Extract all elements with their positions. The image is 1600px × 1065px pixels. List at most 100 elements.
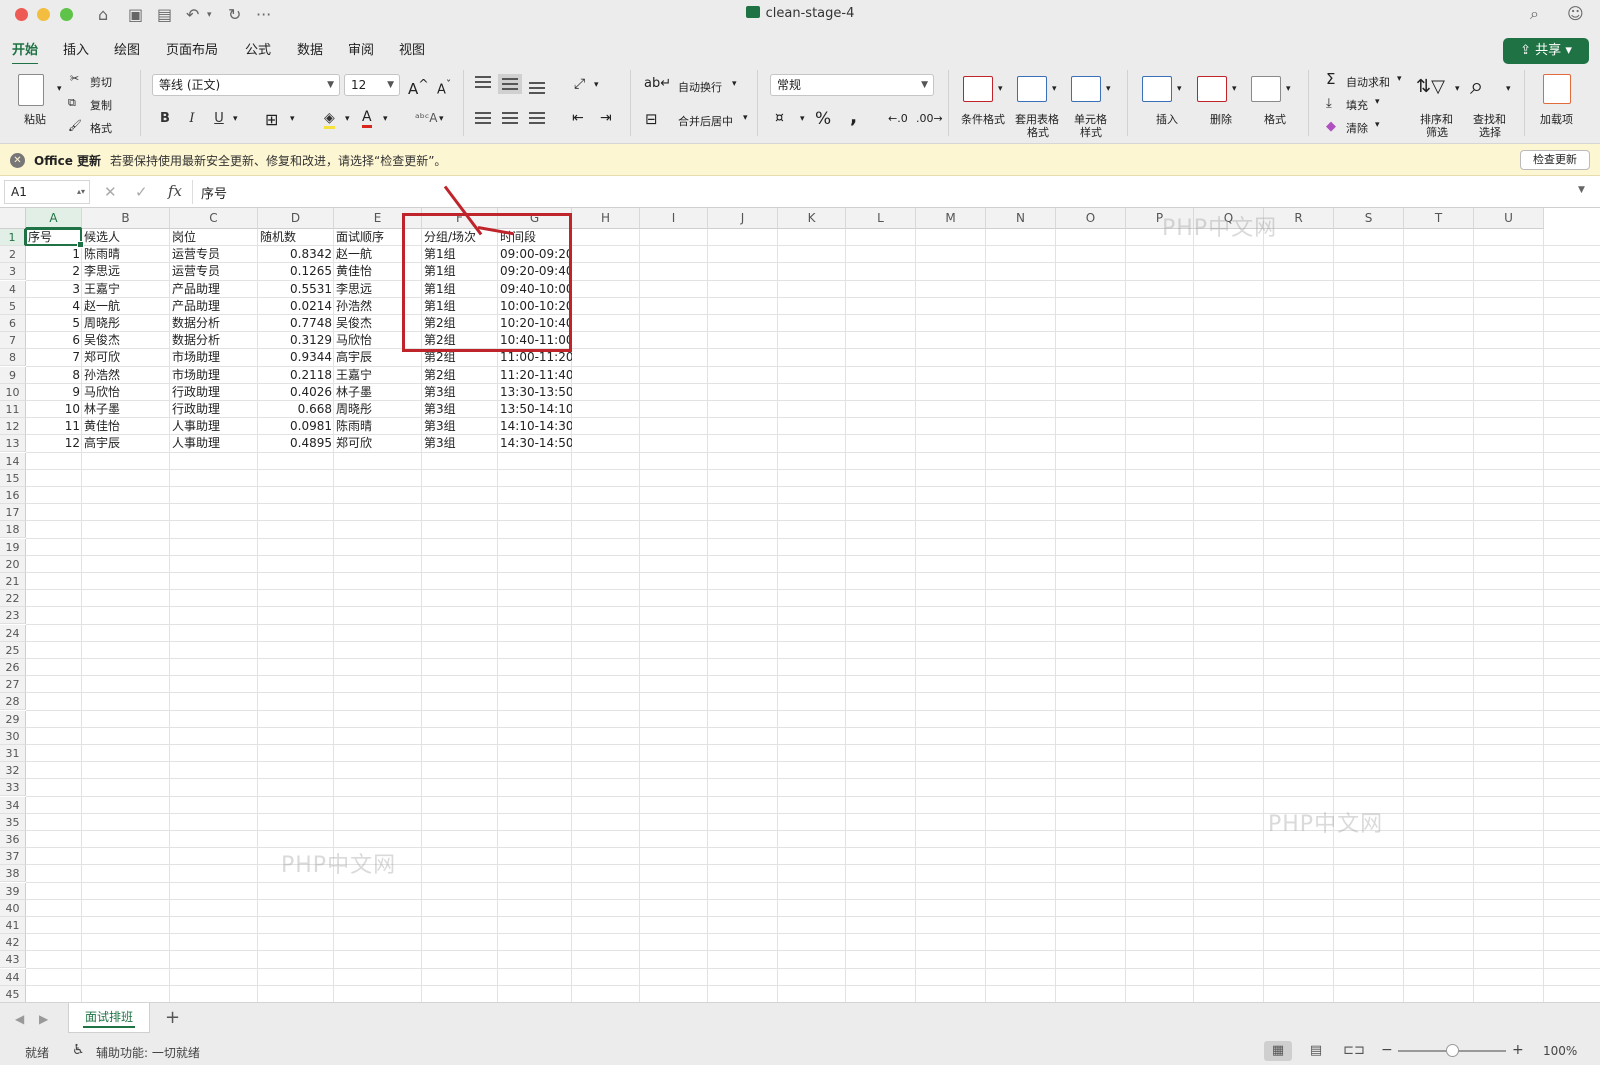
table-cell[interactable]: 产品助理: [170, 281, 258, 298]
table-cell[interactable]: 孙浩然: [82, 367, 170, 384]
format-as-table-icon[interactable]: [1017, 76, 1047, 102]
table-cell[interactable]: 0.4895: [258, 435, 334, 452]
borders-dropdown-icon[interactable]: ▾: [290, 114, 295, 124]
row-header[interactable]: 2: [0, 246, 26, 264]
clear-icon[interactable]: ◆: [1326, 119, 1336, 134]
tab-formulas[interactable]: 公式: [245, 39, 271, 58]
tab-view[interactable]: 视图: [399, 39, 425, 58]
row-header[interactable]: 45: [0, 985, 26, 1002]
autosum-button[interactable]: 自动求和: [1346, 74, 1390, 90]
row-header[interactable]: 8: [0, 349, 26, 367]
row-header[interactable]: 40: [0, 899, 26, 917]
fill-color-icon[interactable]: ◈: [324, 110, 335, 129]
table-cell[interactable]: 人事助理: [170, 435, 258, 452]
wrap-text-icon[interactable]: ab↵: [644, 76, 671, 91]
wrap-text-button[interactable]: 自动换行: [678, 79, 722, 95]
table-cell[interactable]: 运营专员: [170, 246, 258, 263]
row-header[interactable]: 23: [0, 607, 26, 625]
table-cell[interactable]: 王嘉宁: [334, 367, 422, 384]
table-cell[interactable]: 0.8342: [258, 246, 334, 263]
copy-icon[interactable]: ⧉: [68, 96, 76, 110]
row-header[interactable]: 32: [0, 762, 26, 780]
bold-button[interactable]: B: [155, 111, 175, 126]
row-header[interactable]: 3: [0, 263, 26, 281]
tab-home[interactable]: 开始: [12, 39, 39, 65]
table-cell[interactable]: 周晓彤: [334, 401, 422, 418]
confirm-edit-icon[interactable]: ✓: [135, 183, 148, 201]
column-header-o[interactable]: O: [1056, 208, 1126, 229]
align-center-icon[interactable]: [502, 112, 518, 124]
conditional-format-button[interactable]: 条件格式: [961, 111, 1005, 127]
table-cell[interactable]: 12: [26, 435, 82, 452]
table-cell[interactable]: 陈雨晴: [334, 418, 422, 435]
copy-button[interactable]: 复制: [90, 97, 112, 113]
underline-dropdown-icon[interactable]: ▾: [233, 114, 238, 124]
table-cell[interactable]: 0.3129: [258, 332, 334, 349]
row-header[interactable]: 5: [0, 297, 26, 315]
table-cell[interactable]: 吴俊杰: [82, 332, 170, 349]
wrap-text-dropdown-icon[interactable]: ▾: [732, 79, 737, 89]
paste-icon[interactable]: [18, 74, 44, 106]
table-cell[interactable]: 数据分析: [170, 315, 258, 332]
row-header[interactable]: 18: [0, 521, 26, 539]
table-cell[interactable]: 郑可欣: [82, 349, 170, 366]
fill-button[interactable]: 填充: [1346, 97, 1368, 113]
format-cells-dropdown-icon[interactable]: ▾: [1286, 84, 1291, 94]
sheet-tab-interview-schedule[interactable]: 面试排班: [68, 1003, 150, 1033]
underline-button[interactable]: U: [209, 111, 229, 126]
column-header-a[interactable]: A: [26, 208, 82, 229]
column-header-d[interactable]: D: [258, 208, 334, 229]
table-cell[interactable]: 0.668: [258, 401, 334, 418]
table-cell[interactable]: 第2组: [422, 367, 498, 384]
row-header[interactable]: 31: [0, 745, 26, 762]
table-cell[interactable]: 市场助理: [170, 349, 258, 366]
orientation-icon[interactable]: ⤢: [574, 76, 585, 92]
table-cell[interactable]: 4: [26, 298, 82, 315]
merge-center-button[interactable]: 合并后居中: [678, 113, 733, 129]
italic-button[interactable]: I: [182, 111, 202, 126]
autosum-dropdown-icon[interactable]: ▾: [1397, 74, 1402, 84]
row-header[interactable]: 9: [0, 366, 26, 384]
sort-filter-label-2[interactable]: 筛选: [1426, 124, 1448, 140]
table-cell[interactable]: 5: [26, 315, 82, 332]
row-header[interactable]: 11: [0, 401, 26, 418]
table-cell[interactable]: 李思远: [82, 263, 170, 280]
row-header[interactable]: 24: [0, 624, 26, 642]
decrease-font-icon[interactable]: Aˇ: [437, 78, 451, 97]
expand-formula-bar-icon[interactable]: ▼: [1578, 185, 1585, 195]
cut-button[interactable]: 剪切: [90, 74, 112, 90]
row-header[interactable]: 12: [0, 418, 26, 436]
table-cell[interactable]: 林子墨: [82, 401, 170, 418]
row-header[interactable]: 33: [0, 779, 26, 797]
active-cell-a1[interactable]: [25, 228, 84, 249]
table-cell[interactable]: 0.5531: [258, 281, 334, 298]
zoom-level[interactable]: 100%: [1543, 1044, 1577, 1058]
row-header[interactable]: 14: [0, 452, 26, 470]
delete-cells-dropdown-icon[interactable]: ▾: [1232, 84, 1237, 94]
font-size-select[interactable]: 12 ▼: [344, 74, 400, 96]
table-cell[interactable]: 陈雨晴: [82, 246, 170, 263]
autosum-icon[interactable]: Σ: [1326, 70, 1335, 88]
decrease-indent-icon[interactable]: ⇤: [572, 110, 584, 126]
row-header[interactable]: 19: [0, 538, 26, 556]
table-cell[interactable]: 第3组: [422, 401, 498, 418]
fill-icon[interactable]: ⤓: [1326, 96, 1332, 111]
decrease-decimal-icon[interactable]: .00→: [916, 112, 943, 125]
column-header-i[interactable]: I: [640, 208, 708, 229]
table-cell[interactable]: 0.0981: [258, 418, 334, 435]
name-box-stepper-icon[interactable]: ▴▾: [77, 181, 85, 203]
row-header[interactable]: 17: [0, 504, 26, 522]
column-header-c[interactable]: C: [170, 208, 258, 229]
paste-button[interactable]: 粘贴: [24, 111, 46, 127]
table-cell[interactable]: 行政助理: [170, 401, 258, 418]
row-header[interactable]: 37: [0, 848, 26, 866]
row-header[interactable]: 35: [0, 813, 26, 831]
table-cell[interactable]: 林子墨: [334, 384, 422, 401]
table-cell[interactable]: 6: [26, 332, 82, 349]
sort-filter-icon[interactable]: ⇅▽: [1416, 76, 1445, 97]
row-header[interactable]: 39: [0, 882, 26, 900]
cell-styles-icon[interactable]: [1071, 76, 1101, 102]
header-cell[interactable]: 岗位: [170, 229, 258, 246]
table-cell[interactable]: 0.4026: [258, 384, 334, 401]
currency-icon[interactable]: ¤: [775, 110, 784, 126]
